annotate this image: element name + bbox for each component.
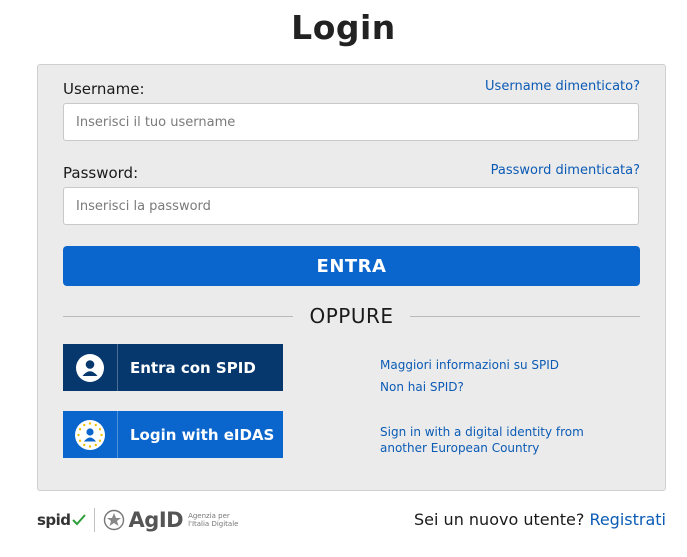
forgot-username-link[interactable]: Username dimenticato? bbox=[485, 79, 640, 94]
new-user-text: Sei un nuovo utente? bbox=[414, 510, 585, 529]
user-icon bbox=[63, 344, 118, 391]
spid-logo: spid bbox=[37, 511, 86, 529]
italian-republic-emblem-icon bbox=[103, 509, 124, 531]
eu-stars-user-icon bbox=[63, 411, 118, 458]
username-label: Username: bbox=[63, 80, 145, 98]
password-label: Password: bbox=[63, 164, 139, 182]
no-spid-link[interactable]: Non hai SPID? bbox=[380, 379, 464, 395]
agid-logo: AgID bbox=[128, 508, 184, 532]
eidas-login-button[interactable]: Login with eIDAS bbox=[63, 411, 283, 458]
new-user-prompt: Sei un nuovo utente? Registrati bbox=[414, 510, 666, 529]
agid-subtitle: Agenzia per l'Italia Digitale bbox=[188, 512, 239, 528]
eidas-info-link[interactable]: Sign in with a digital identity from ano… bbox=[380, 424, 630, 456]
forgot-password-link[interactable]: Password dimenticata? bbox=[491, 163, 640, 178]
login-submit-button[interactable]: ENTRA bbox=[63, 246, 640, 286]
footer-logos: spid AgID Agenzia per l'Italia Digitale bbox=[37, 506, 240, 534]
username-input[interactable] bbox=[63, 103, 639, 141]
login-panel: Username: Username dimenticato? Password… bbox=[37, 64, 666, 491]
password-input[interactable] bbox=[63, 187, 639, 225]
register-link[interactable]: Registrati bbox=[589, 510, 666, 529]
logo-separator bbox=[93, 508, 95, 532]
spid-button-label: Entra con SPID bbox=[130, 358, 256, 377]
checkmark-icon bbox=[71, 514, 86, 526]
spid-info-link[interactable]: Maggiori informazioni su SPID bbox=[380, 357, 559, 373]
spid-login-button[interactable]: Entra con SPID bbox=[63, 344, 283, 391]
divider-text: OPPURE bbox=[63, 304, 640, 328]
page-title: Login bbox=[291, 8, 396, 47]
eidas-button-label: Login with eIDAS bbox=[130, 425, 275, 444]
